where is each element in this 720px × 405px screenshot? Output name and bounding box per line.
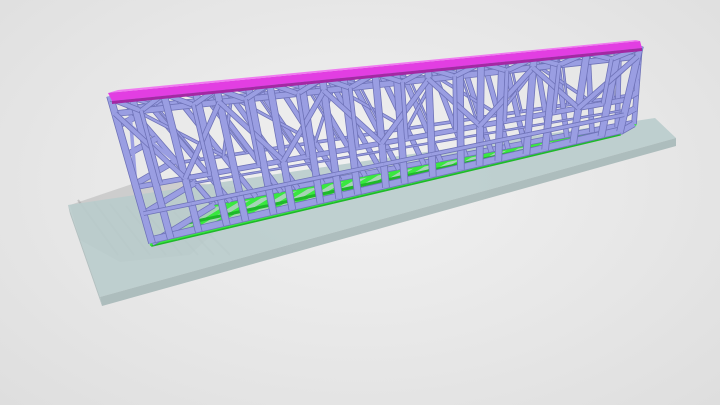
back-wall-nogging (414, 137, 460, 147)
front-wall-stud (456, 62, 464, 170)
wall-frame-scene (68, 40, 676, 306)
3d-viewport[interactable] (0, 0, 720, 405)
front-wall-stud (476, 60, 484, 166)
front-wall-jamb-stud (453, 76, 458, 131)
front-wall-stud (495, 58, 506, 161)
